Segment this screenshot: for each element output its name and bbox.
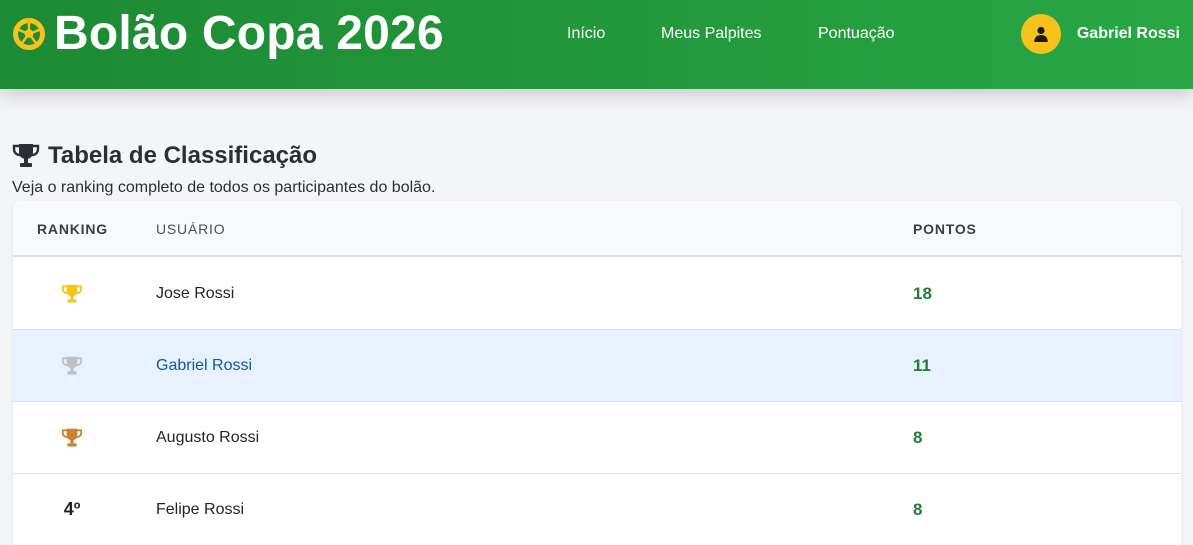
brand-link[interactable]: Bolão Copa 2026 <box>12 6 444 62</box>
silver-trophy-icon <box>61 356 83 374</box>
avatar[interactable] <box>1020 14 1061 54</box>
user-icon <box>1034 26 1048 42</box>
points-cell: 11 <box>913 355 931 375</box>
table-row: Augusto Rossi 8 <box>13 402 1181 474</box>
trophy-icon <box>12 144 40 167</box>
table-row: Jose Rossi 18 <box>13 258 1181 330</box>
points-cell: 8 <box>913 499 923 519</box>
table-row-current-user: Gabriel Rossi 11 <box>13 330 1181 402</box>
leaderboard-table: RANKING USUÁRIO PONTOS Jose Rossi 18 Gab… <box>13 201 1181 545</box>
top-navbar: Bolão Copa 2026 Início Meus Palpites Pon… <box>0 0 1193 89</box>
user-name-cell: Felipe Rossi <box>156 500 245 518</box>
soccer-ball-icon <box>13 18 45 50</box>
rank-number: 4º <box>63 499 81 519</box>
nav-link-inicio[interactable]: Início <box>567 24 605 44</box>
page-heading: Tabela de Classificação <box>48 142 318 169</box>
table-row: 4º Felipe Rossi 8 <box>13 474 1181 545</box>
app-title: Bolão Copa 2026 <box>54 7 444 60</box>
user-name-cell: Augusto Rossi <box>156 428 260 446</box>
rank-cell: 4º <box>13 474 131 545</box>
user-name-cell: Gabriel Rossi <box>156 356 253 374</box>
gold-trophy-icon <box>61 284 83 302</box>
points-cell: 8 <box>913 427 923 447</box>
page-title: Tabela de Classificação <box>12 142 317 170</box>
table-header: RANKING USUÁRIO PONTOS <box>13 201 1181 257</box>
user-name[interactable]: Gabriel Rossi <box>1077 25 1180 43</box>
nav-link-meus-palpites[interactable]: Meus Palpites <box>661 24 762 44</box>
bronze-trophy-icon <box>61 428 83 446</box>
rank-cell <box>13 258 131 329</box>
points-cell: 18 <box>913 283 932 303</box>
rank-cell <box>13 402 131 473</box>
column-header-ranking: RANKING <box>37 221 108 237</box>
column-header-pontos: PONTOS <box>913 221 977 237</box>
column-header-usuario: USUÁRIO <box>156 221 226 237</box>
user-menu[interactable]: Gabriel Rossi <box>1020 14 1180 54</box>
user-name-cell: Jose Rossi <box>156 284 235 302</box>
page-subtitle: Veja o ranking completo de todos os part… <box>12 179 436 196</box>
nav-link-pontuacao[interactable]: Pontuação <box>818 24 895 44</box>
rank-cell <box>13 330 131 401</box>
